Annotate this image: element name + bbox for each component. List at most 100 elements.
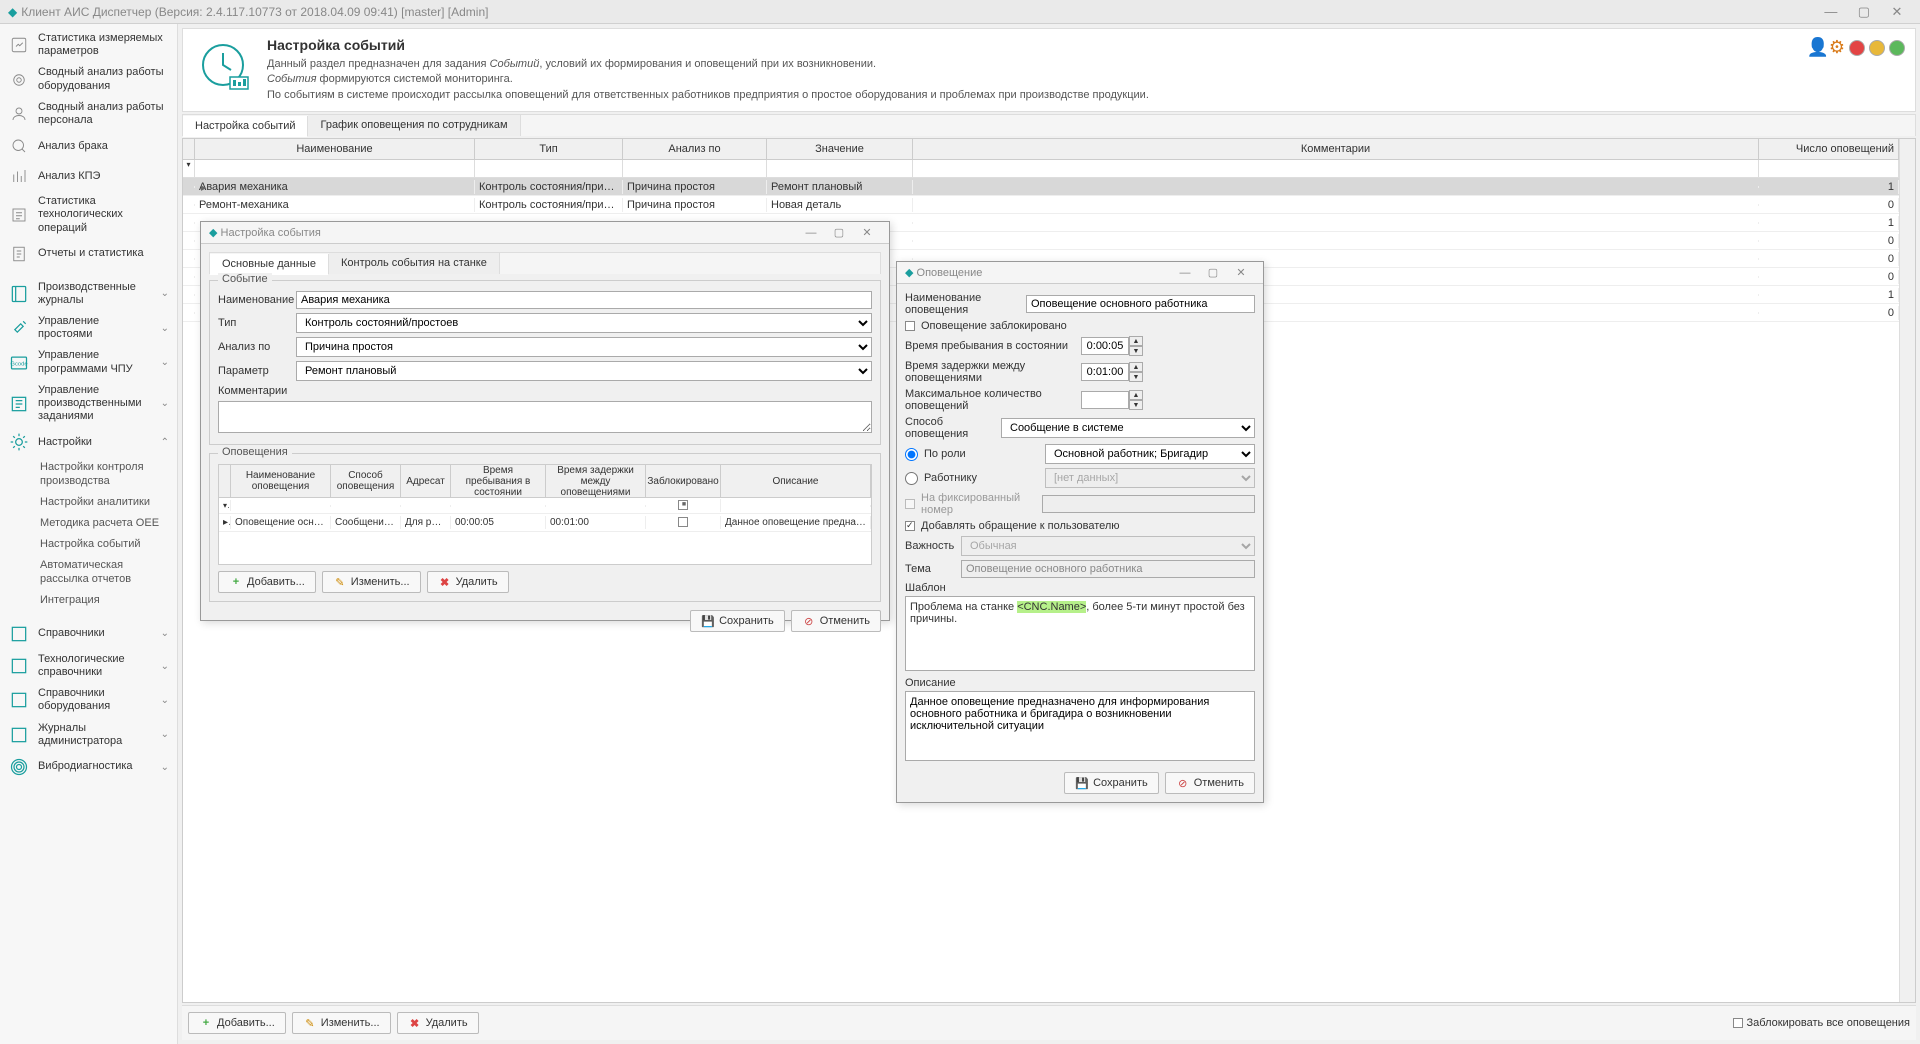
- max-count-spinner[interactable]: ▲▼: [1081, 390, 1143, 410]
- sidebar-group[interactable]: Технологические справочники⌄: [0, 649, 177, 683]
- sidebar-sub[interactable]: Интеграция: [0, 590, 177, 611]
- sidebar-group[interactable]: Управление простоями⌄: [0, 311, 177, 345]
- add-button[interactable]: +Добавить...: [188, 1012, 286, 1034]
- maximize-icon[interactable]: ▢: [1849, 4, 1879, 20]
- bars-icon: [8, 165, 30, 187]
- sidebar-item[interactable]: Сводный анализ работы персонала: [0, 97, 177, 131]
- notif-delete-button[interactable]: ✖Удалить: [427, 571, 509, 593]
- block-all-checkbox[interactable]: [1733, 1018, 1743, 1028]
- sidebar-item[interactable]: Анализ брака: [0, 131, 177, 161]
- sidebar-item[interactable]: Анализ КПЭ: [0, 161, 177, 191]
- sidebar-sub-events[interactable]: Настройка событий: [0, 534, 177, 555]
- app-icon: ◆: [8, 5, 17, 19]
- delete-button[interactable]: ✖Удалить: [397, 1012, 479, 1034]
- sidebar-sub[interactable]: Настройки контроля производства: [0, 457, 177, 491]
- window-controls: — ▢ ✕: [1816, 4, 1912, 20]
- tab-machine-control[interactable]: Контроль события на станке: [329, 253, 500, 274]
- plus-icon: +: [199, 1016, 213, 1030]
- blocked-checkbox[interactable]: [905, 321, 915, 331]
- save-button[interactable]: 💾Сохранить: [1064, 772, 1159, 794]
- close-icon[interactable]: ✕: [853, 226, 881, 239]
- dialog-titlebar[interactable]: ◆ Оповещение —▢✕: [897, 262, 1263, 284]
- sidebar[interactable]: Статистика измеряемых параметров Сводный…: [0, 24, 178, 1044]
- notif-name-input[interactable]: [1026, 295, 1255, 313]
- save-button[interactable]: 💾Сохранить: [690, 610, 785, 632]
- by-worker-radio[interactable]: [905, 472, 918, 485]
- notif-edit-button[interactable]: ✎Изменить...: [322, 571, 421, 593]
- event-analyze-select[interactable]: Причина простоя: [296, 337, 872, 357]
- chevron-down-icon: ⌄: [161, 729, 169, 740]
- desc-textarea[interactable]: Данное оповещение предназначено для инфо…: [905, 691, 1255, 761]
- cancel-button[interactable]: ⊘Отменить: [1165, 772, 1255, 794]
- tab-main-data[interactable]: Основные данные: [210, 254, 329, 275]
- vertical-scrollbar[interactable]: [1899, 139, 1915, 1002]
- sidebar-sub[interactable]: Автоматическая рассылка отчетов: [0, 555, 177, 589]
- title-bar: ◆ Клиент АИС Диспетчер (Версия: 2.4.117.…: [0, 0, 1920, 24]
- bottom-toolbar: +Добавить... ✎Изменить... ✖Удалить Забло…: [182, 1005, 1916, 1040]
- status-yellow: [1869, 40, 1885, 56]
- grid-row[interactable]: Авария механика Контроль состояния/причи…: [183, 178, 1899, 196]
- window-title: ◆ Клиент АИС Диспетчер (Версия: 2.4.117.…: [8, 5, 488, 19]
- role-select[interactable]: Основной работник; Бригадир: [1045, 444, 1255, 464]
- chevron-down-icon: ⌄: [161, 628, 169, 639]
- event-comment-textarea[interactable]: [218, 401, 872, 433]
- event-name-input[interactable]: [296, 291, 872, 309]
- chart-icon: [8, 34, 30, 56]
- minimize-icon[interactable]: —: [1816, 4, 1846, 19]
- user-settings-icon[interactable]: 👤⚙: [1806, 37, 1845, 58]
- worker-select: [нет данных]: [1045, 468, 1255, 488]
- gear-icon: [8, 431, 30, 453]
- sidebar-sub[interactable]: Методика расчета OEE: [0, 513, 177, 534]
- close-icon[interactable]: ✕: [1227, 266, 1255, 279]
- notif-filter-row[interactable]: ▾: [219, 498, 871, 514]
- event-param-select[interactable]: Ремонт плановый: [296, 361, 872, 381]
- template-textarea[interactable]: Проблема на станке <CNC.Name>, более 5-т…: [905, 596, 1255, 671]
- maximize-icon[interactable]: ▢: [1199, 266, 1227, 279]
- sidebar-group[interactable]: GcodeУправление программами ЧПУ⌄: [0, 345, 177, 379]
- notif-add-button[interactable]: +Добавить...: [218, 571, 316, 593]
- delay-time-spinner[interactable]: ▲▼: [1081, 362, 1143, 382]
- edit-button[interactable]: ✎Изменить...: [292, 1012, 391, 1034]
- tab-schedule[interactable]: График оповещения по сотрудникам: [308, 115, 520, 136]
- by-role-radio[interactable]: [905, 448, 918, 461]
- chevron-up-icon: ⌃: [161, 437, 169, 448]
- content-area: Настройка событий Данный раздел предназн…: [178, 24, 1920, 1044]
- sidebar-group[interactable]: Управление производственными заданиями⌄: [0, 380, 177, 428]
- gear-icon: [8, 69, 30, 91]
- sidebar-item[interactable]: Отчеты и статистика: [0, 239, 177, 269]
- sidebar-item[interactable]: Сводный анализ работы оборудования: [0, 62, 177, 96]
- cancel-button[interactable]: ⊘Отменить: [791, 610, 881, 632]
- dialog-titlebar[interactable]: ◆ Настройка события —▢✕: [201, 222, 889, 244]
- page-title: Настройка событий: [267, 37, 1149, 53]
- status-traffic: 👤⚙: [1806, 37, 1905, 58]
- notif-row[interactable]: ▸ Оповещение основ... Сообщение в ... Дл…: [219, 514, 871, 532]
- sidebar-item[interactable]: Статистика измеряемых параметров: [0, 28, 177, 62]
- close-icon[interactable]: ✕: [1882, 4, 1912, 20]
- sidebar-group[interactable]: Справочники⌄: [0, 619, 177, 649]
- method-select[interactable]: Сообщение в системе: [1001, 418, 1255, 438]
- sidebar-group[interactable]: Журналы администратора⌄: [0, 718, 177, 752]
- minimize-icon[interactable]: —: [797, 227, 825, 239]
- notif-grid[interactable]: Наименование оповещения Способ оповещени…: [218, 464, 872, 565]
- stay-time-spinner[interactable]: ▲▼: [1081, 336, 1143, 356]
- chevron-down-icon: ⌄: [161, 398, 169, 409]
- minimize-icon[interactable]: —: [1171, 267, 1199, 279]
- maximize-icon[interactable]: ▢: [825, 226, 853, 239]
- chevron-down-icon: ⌄: [161, 323, 169, 334]
- analysis-icon: [8, 135, 30, 157]
- chevron-down-icon: ⌄: [161, 357, 169, 368]
- event-type-select[interactable]: Контроль состояний/простоев: [296, 313, 872, 333]
- cancel-icon: ⊘: [802, 614, 816, 628]
- sidebar-item[interactable]: Статистика технологических операций: [0, 191, 177, 239]
- sidebar-group-settings[interactable]: Настройки⌃: [0, 427, 177, 457]
- add-appeal-checkbox[interactable]: [905, 521, 915, 531]
- page-header: Настройка событий Данный раздел предназн…: [182, 28, 1916, 112]
- grid-header: Наименование Тип Анализ по Значение Комм…: [183, 139, 1899, 160]
- sidebar-sub[interactable]: Настройки аналитики: [0, 492, 177, 513]
- sidebar-group[interactable]: Производственные журналы⌄: [0, 277, 177, 311]
- sidebar-group[interactable]: Справочники оборудования⌄: [0, 683, 177, 717]
- sidebar-group[interactable]: Вибродиагностика⌄: [0, 752, 177, 782]
- grid-filter-row[interactable]: ▾: [183, 160, 1899, 178]
- tab-event-settings[interactable]: Настройка событий: [183, 116, 308, 137]
- grid-row[interactable]: Ремонт-механика Контроль состояния/причи…: [183, 196, 1899, 214]
